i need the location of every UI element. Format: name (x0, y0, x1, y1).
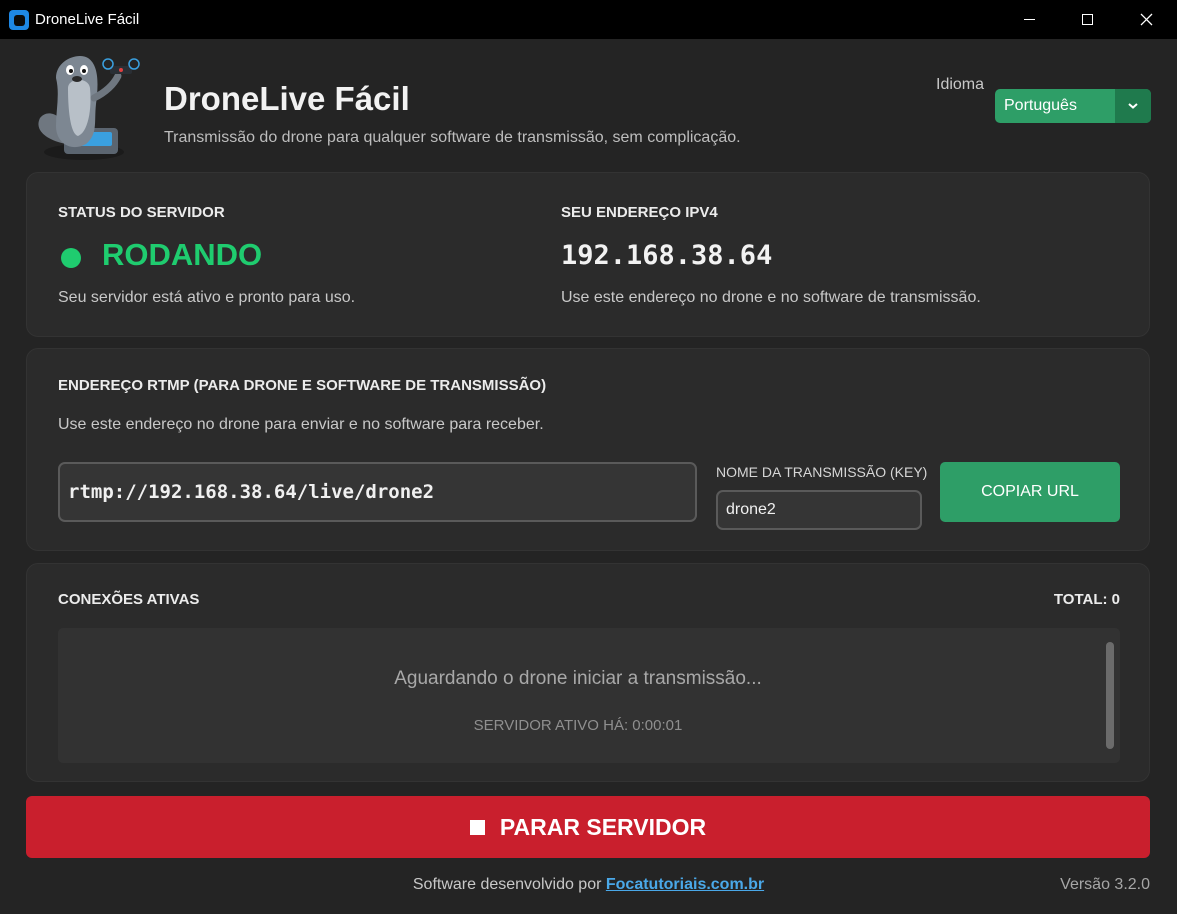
stop-server-button[interactable]: PARAR SERVIDOR (26, 796, 1150, 858)
connections-scrollbar[interactable] (1106, 642, 1114, 749)
server-status-value: RODANDO (102, 237, 263, 272)
maximize-button[interactable] (1058, 0, 1116, 39)
server-status-heading: STATUS DO SERVIDOR (58, 204, 225, 221)
focatutoriais-link[interactable]: Focatutoriais.com.br (606, 876, 764, 893)
version-label: Versão 3.2.0 (1060, 876, 1150, 893)
app-title: DroneLive Fácil (164, 80, 410, 117)
maximize-icon (1081, 14, 1093, 25)
connections-total: TOTAL: 0 (1053, 591, 1120, 608)
close-icon (1140, 13, 1152, 26)
status-indicator-dot (61, 248, 81, 268)
server-status-description: Seu servidor está ativo e pronto para us… (58, 289, 356, 306)
connections-list: Aguardando o drone iniciar a transmissão… (58, 628, 1120, 763)
footer-prefix: Software desenvolvido por (412, 876, 606, 893)
ipv4-heading: SEU ENDEREÇO IPV4 (561, 204, 718, 221)
ipv4-address: 192.168.38.64 (561, 240, 773, 271)
active-connections-panel: CONEXÕES ATIVAS TOTAL: 0 Aguardando o dr… (26, 563, 1150, 782)
title-bar: DroneLive Fácil (0, 0, 1177, 39)
server-status-panel: STATUS DO SERVIDOR RODANDO Seu servidor … (26, 172, 1150, 337)
server-uptime: SERVIDOR ATIVO HÁ: 0:00:01 (473, 717, 683, 734)
language-label: Idioma (936, 76, 985, 93)
close-button[interactable] (1117, 0, 1175, 39)
seal-drone-mascot-logo (38, 56, 140, 160)
language-selected-value: Português (1004, 97, 1077, 114)
window-title: DroneLive Fácil (35, 11, 140, 28)
active-connections-heading: CONEXÕES ATIVAS (58, 591, 200, 608)
copy-url-button[interactable]: COPIAR URL (940, 462, 1120, 522)
rtmp-url-field[interactable]: rtmp://192.168.38.64/live/drone2 (58, 462, 697, 522)
minimize-icon (1023, 19, 1035, 20)
ipv4-description: Use este endereço no drone e no software… (561, 289, 981, 306)
chevron-down-icon (1128, 103, 1138, 109)
stream-key-input[interactable]: drone2 (716, 490, 922, 530)
rtmp-heading: ENDEREÇO RTMP (PARA DRONE E SOFTWARE DE … (58, 377, 547, 394)
app-subtitle: Transmissão do drone para qualquer softw… (164, 129, 741, 146)
stop-server-label: PARAR SERVIDOR (499, 813, 707, 840)
waiting-message: Aguardando o drone iniciar a transmissão… (394, 668, 762, 689)
language-dropdown-button[interactable] (1115, 89, 1151, 123)
stream-key-label: NOME DA TRANSMISSÃO (KEY) (716, 464, 928, 480)
footer-credit: Software desenvolvido por Focatutoriais.… (0, 876, 1177, 894)
minimize-button[interactable] (1000, 0, 1058, 39)
rtmp-description: Use este endereço no drone para enviar e… (58, 416, 544, 433)
app-icon (9, 10, 29, 30)
language-select[interactable]: Português (995, 89, 1151, 123)
stop-icon (469, 819, 485, 835)
rtmp-panel: ENDEREÇO RTMP (PARA DRONE E SOFTWARE DE … (26, 348, 1150, 551)
